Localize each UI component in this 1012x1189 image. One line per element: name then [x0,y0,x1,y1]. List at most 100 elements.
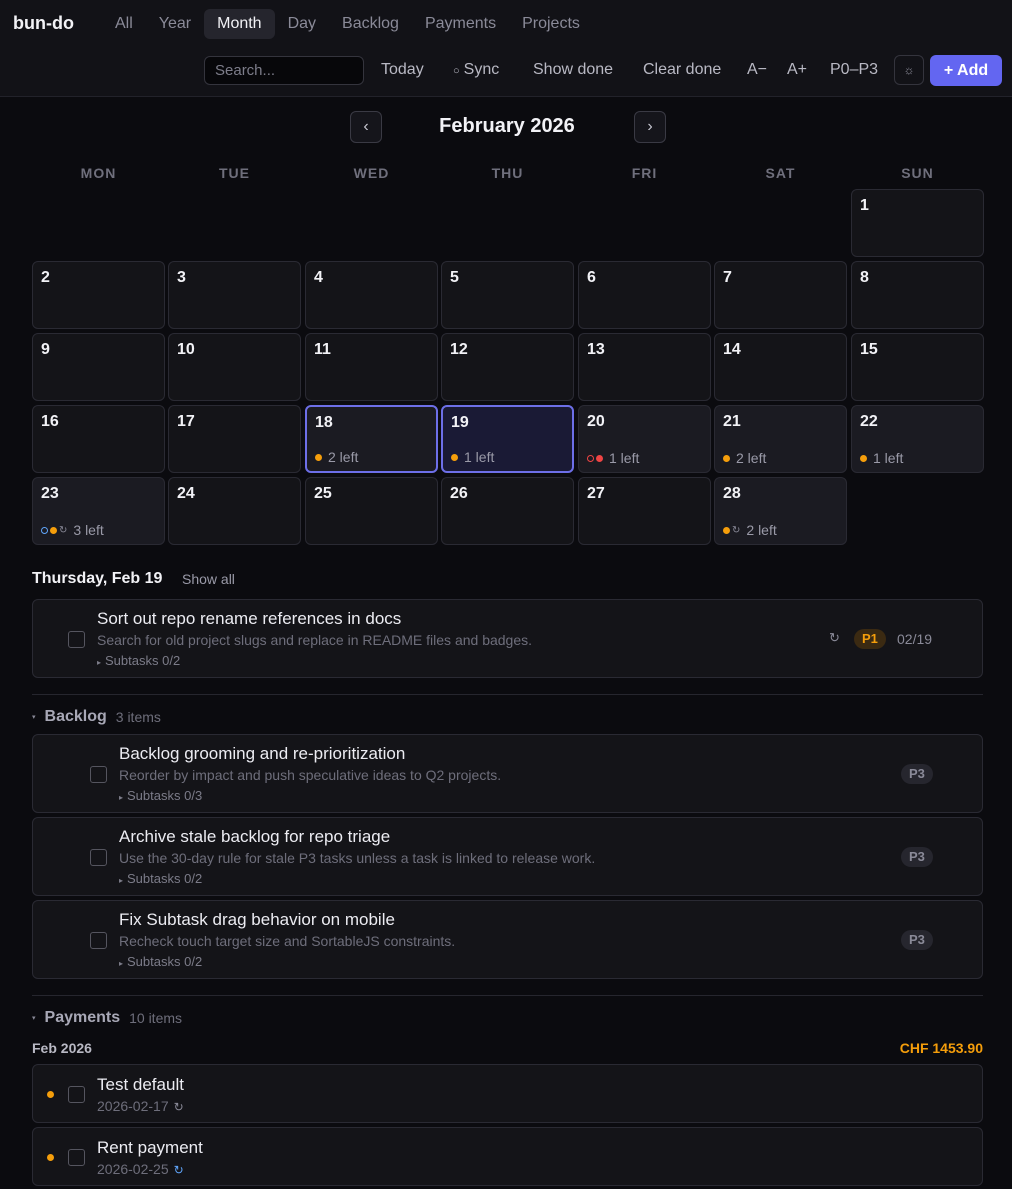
backlog-item[interactable]: Archive stale backlog for repo triage Use… [32,817,983,896]
payment-item[interactable]: Test default 2026-02-17 ↻ [32,1064,983,1123]
day-number: 25 [314,485,332,502]
font-larger-button[interactable]: A+ [787,57,807,83]
calendar-day[interactable]: 17 [168,405,301,473]
task-checkbox[interactable] [90,932,107,949]
tab-projects[interactable]: Projects [509,9,593,39]
payments-group-toggle[interactable]: ▾ Payments 10 items [32,1008,182,1028]
calendar-day[interactable]: 23 ↻ 3 left [32,477,165,545]
recurring-icon: ↻ [732,524,741,536]
calendar-day[interactable]: 25 [305,477,438,545]
theme-toggle-icon[interactable]: ☼ [894,55,924,85]
payment-checkbox[interactable] [68,1086,85,1103]
tab-backlog[interactable]: Backlog [329,9,412,39]
due-date: 02/19 [897,631,933,647]
app-brand[interactable]: bun-do [13,13,74,34]
tab-all[interactable]: All [102,9,146,39]
subtasks-toggle[interactable]: ▸ Subtasks 0/2 [97,653,180,668]
task-description: Use the 30-day rule for stale P3 tasks u… [119,850,596,866]
day-number: 10 [177,341,195,358]
font-smaller-button[interactable]: A− [747,57,767,83]
subtasks-toggle[interactable]: ▸ Subtasks 0/2 [119,871,202,886]
calendar-day[interactable]: 10 [168,333,301,401]
calendar-day[interactable]: 6 [578,261,711,329]
calendar-day[interactable]: 28 ↻ 2 left [714,477,847,545]
task-checkbox[interactable] [90,766,107,783]
calendar-day[interactable]: 13 [578,333,711,401]
status-dot-icon [860,454,867,462]
day-number: 7 [723,269,732,286]
next-month-button[interactable]: › [634,111,666,143]
calendar-day[interactable]: 16 [32,405,165,473]
task-checkbox[interactable] [68,631,85,648]
calendar-day[interactable]: 15 [851,333,984,401]
calendar-day[interactable]: 4 [305,261,438,329]
today-button[interactable]: Today [381,57,424,83]
calendar-day[interactable]: 18 2 left [305,405,438,473]
payment-item[interactable]: Rent payment 2026-02-25 ↻ [32,1127,983,1186]
add-button[interactable]: + Add [930,55,1002,86]
calendar-day[interactable]: 2 [32,261,165,329]
tab-day[interactable]: Day [275,9,329,39]
calendar-day[interactable]: 19 1 left [441,405,574,473]
day-number: 28 [723,485,741,502]
tasks-left-label: 3 left [73,522,104,538]
day-summary: 1 left [587,450,639,466]
backlog-group-toggle[interactable]: ▾ Backlog 3 items [32,707,161,727]
search-input[interactable] [204,56,364,85]
calendar-day[interactable]: 11 [305,333,438,401]
clear-done-button[interactable]: Clear done [643,57,721,83]
prev-month-button[interactable]: ‹ [350,111,382,143]
group-count: 10 items [129,1010,183,1026]
payment-checkbox[interactable] [68,1149,85,1166]
toolbar: Today ○Sync Show done Clear done A− A+ P… [0,48,1012,97]
tab-month[interactable]: Month [204,9,275,39]
backlog-item[interactable]: Backlog grooming and re-prioritization Re… [32,734,983,813]
top-nav: bun-do All Year Month Day Backlog Paymen… [0,0,1012,48]
tab-year[interactable]: Year [146,9,204,39]
day-number: 6 [587,269,596,286]
calendar-day[interactable]: 20 1 left [578,405,711,473]
status-dot-icon [723,454,730,462]
calendar-day[interactable]: 22 1 left [851,405,984,473]
day-number: 24 [177,485,195,502]
task-card[interactable]: Sort out repo rename references in docs … [32,599,983,678]
tab-payments[interactable]: Payments [412,9,509,39]
task-description: Recheck touch target size and SortableJS… [119,933,456,949]
payment-title: Rent payment [97,1138,203,1157]
show-done-button[interactable]: Show done [533,57,613,83]
day-number: 22 [860,413,878,430]
recurring-icon: ↻ [173,1100,184,1114]
calendar-day[interactable]: 27 [578,477,711,545]
day-number: 16 [41,413,59,430]
calendar-day[interactable]: 14 [714,333,847,401]
status-dot-icon [596,454,603,462]
calendar-day[interactable]: 1 [851,189,984,257]
calendar-day[interactable]: 21 2 left [714,405,847,473]
calendar-day[interactable]: 12 [441,333,574,401]
sync-button[interactable]: ○ Sync [453,57,499,83]
weekday-label: WED [353,165,390,181]
calendar-day[interactable]: 9 [32,333,165,401]
subtasks-label: Subtasks 0/3 [127,788,203,803]
day-number: 5 [450,269,459,286]
calendar-day[interactable]: 8 [851,261,984,329]
weekday-label: SAT [765,165,796,181]
payment-date-text: 2026-02-25 [97,1161,169,1177]
calendar-day[interactable]: 26 [441,477,574,545]
calendar-day[interactable]: 7 [714,261,847,329]
calendar-header: ‹ February 2026 › [0,111,1012,144]
day-number: 2 [41,269,50,286]
calendar-day[interactable]: 3 [168,261,301,329]
backlog-item[interactable]: Fix Subtask drag behavior on mobile Reche… [32,900,983,979]
show-all-link[interactable]: Show all [182,571,235,587]
calendar-day[interactable]: 5 [441,261,574,329]
task-title: Archive stale backlog for repo triage [119,827,391,846]
priority-filter-button[interactable]: P0–P3 [830,57,878,83]
subtasks-toggle[interactable]: ▸ Subtasks 0/3 [119,788,202,803]
payment-date: 2026-02-25 ↻ [97,1161,184,1177]
task-checkbox[interactable] [90,849,107,866]
status-dot-icon [315,453,322,461]
subtasks-toggle[interactable]: ▸ Subtasks 0/2 [119,954,202,969]
calendar-day[interactable]: 24 [168,477,301,545]
day-number: 20 [587,413,605,430]
